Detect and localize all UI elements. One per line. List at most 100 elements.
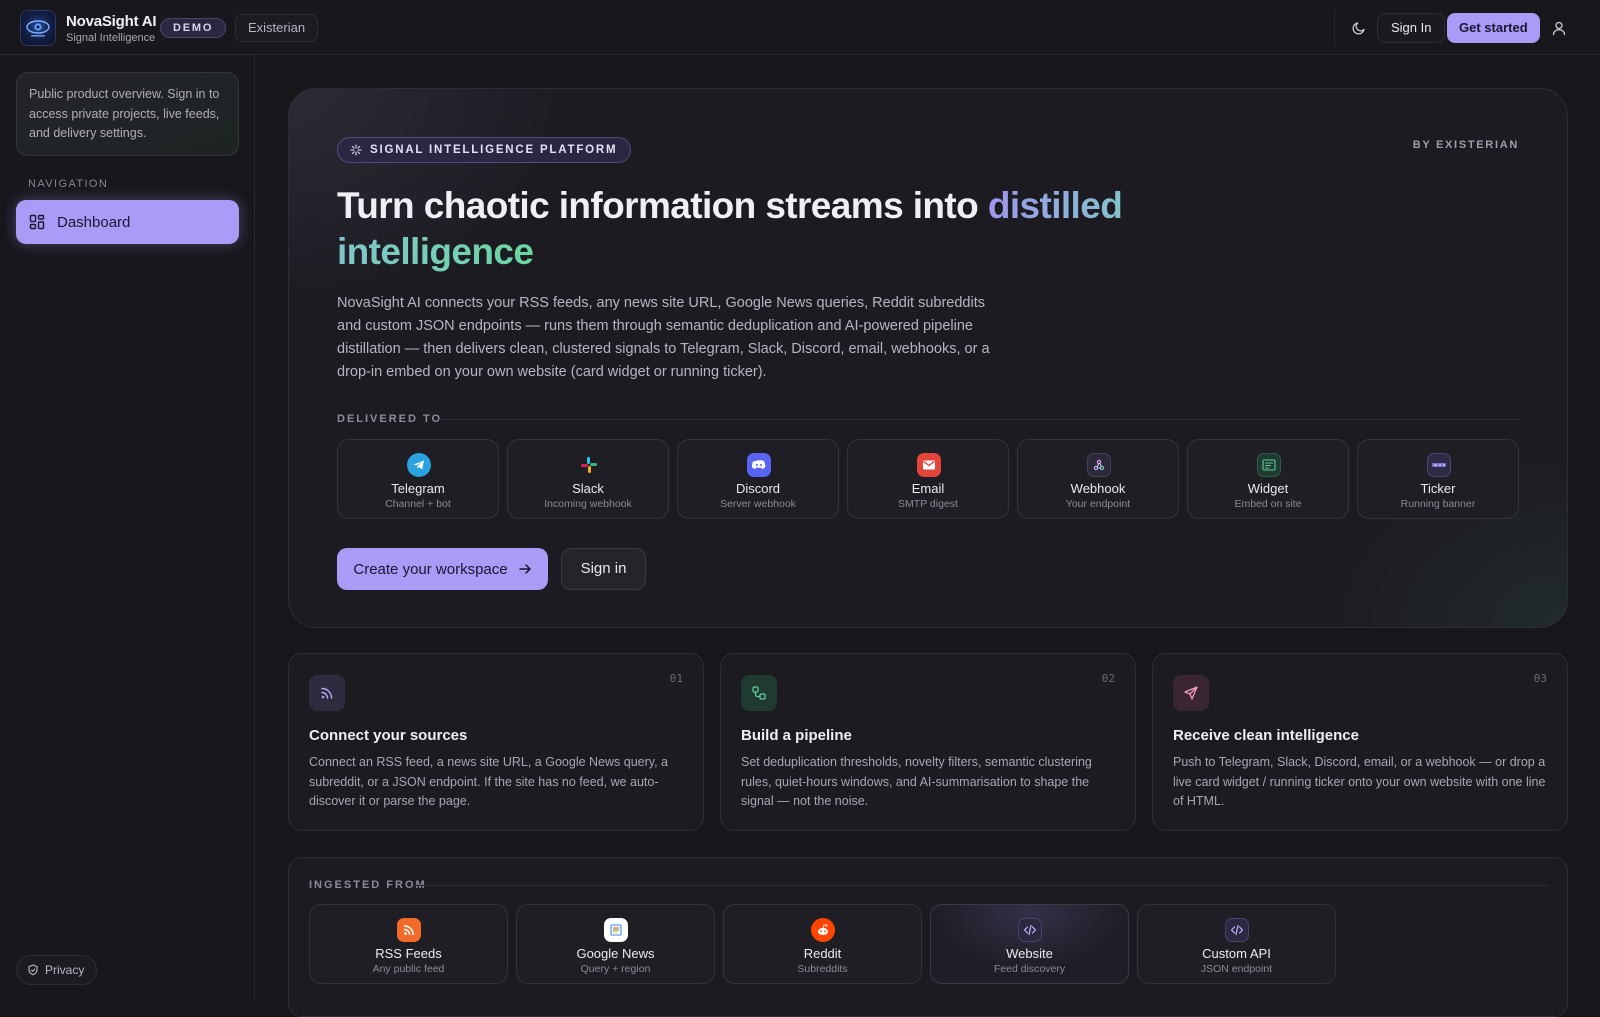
sidebar: Public product overview. Sign in to acce… bbox=[0, 55, 255, 1000]
rss-icon bbox=[309, 675, 345, 711]
webhook-icon bbox=[1087, 453, 1111, 477]
channel-discord[interactable]: Discord Server webhook bbox=[677, 439, 839, 519]
step-number: 02 bbox=[1101, 672, 1115, 685]
app-name: NovaSight AI bbox=[66, 13, 157, 30]
channel-ticker[interactable]: Ticker Running banner bbox=[1357, 439, 1519, 519]
create-workspace-button[interactable]: Create your workspace bbox=[337, 548, 548, 590]
ingested-from-section: INGESTED FROM RSS Feeds Any public feed … bbox=[288, 857, 1568, 1017]
api-code-icon bbox=[1225, 918, 1249, 942]
channel-name: Slack bbox=[572, 481, 604, 496]
step-body: Push to Telegram, Slack, Discord, email,… bbox=[1173, 755, 1546, 808]
step-title: Build a pipeline bbox=[741, 727, 852, 744]
hero-description: NovaSight AI connects your RSS feeds, an… bbox=[337, 295, 990, 380]
send-icon bbox=[1173, 675, 1209, 711]
by-line: BY EXISTERIAN bbox=[1412, 139, 1519, 151]
reddit-icon bbox=[811, 918, 835, 942]
platform-pill: SIGNAL INTELLIGENCE PLATFORM bbox=[337, 137, 632, 163]
source-name: Google News bbox=[576, 946, 655, 961]
channel-sub: Server webhook bbox=[720, 498, 796, 510]
hero-headline: Turn chaotic information streams into di… bbox=[337, 183, 1137, 275]
channel-slack[interactable]: Slack Incoming webhook bbox=[507, 439, 669, 519]
slack-icon bbox=[577, 453, 601, 477]
divider bbox=[414, 885, 1549, 886]
nav-section-label: NAVIGATION bbox=[28, 178, 109, 190]
platform-pill-label: SIGNAL INTELLIGENCE PLATFORM bbox=[370, 144, 618, 156]
mail-icon bbox=[917, 453, 941, 477]
telegram-icon bbox=[407, 453, 431, 477]
step-card-receive: 03 Receive clean intelligence Push to Te… bbox=[1152, 653, 1568, 831]
source-sub: Query + region bbox=[580, 963, 651, 975]
create-workspace-label: Create your workspace bbox=[353, 560, 508, 578]
channel-name: Ticker bbox=[1420, 481, 1456, 496]
headline-plain: Turn chaotic information streams into bbox=[337, 185, 988, 226]
moon-icon bbox=[1352, 22, 1365, 35]
divider bbox=[439, 419, 1521, 420]
source-website[interactable]: Website Feed discovery bbox=[930, 904, 1129, 984]
channel-name: Email bbox=[911, 481, 945, 496]
arrow-right-icon bbox=[518, 564, 531, 574]
sidebar-item-dashboard[interactable]: Dashboard bbox=[16, 200, 239, 244]
get-started-button[interactable]: Get started bbox=[1447, 13, 1540, 43]
source-name: Website bbox=[1006, 946, 1053, 961]
step-title: Receive clean intelligence bbox=[1173, 727, 1359, 744]
demo-badge: DEMO bbox=[160, 18, 227, 38]
channel-name: Discord bbox=[735, 481, 781, 496]
top-bar: NovaSight AI Signal Intelligence DEMO Ex… bbox=[0, 0, 1600, 55]
rss-feed-icon bbox=[397, 918, 421, 942]
code-icon bbox=[1018, 918, 1042, 942]
step-number: 03 bbox=[1533, 672, 1547, 685]
source-sub: Feed discovery bbox=[993, 963, 1066, 975]
channel-name: Widget bbox=[1247, 481, 1289, 496]
source-custom-api[interactable]: Custom API JSON endpoint bbox=[1137, 904, 1336, 984]
channel-telegram[interactable]: Telegram Channel + bot bbox=[337, 439, 499, 519]
sign-in-button[interactable]: Sign In bbox=[1377, 13, 1446, 43]
channel-name: Webhook bbox=[1070, 481, 1126, 496]
delivered-to-label: DELIVERED TO bbox=[337, 413, 443, 425]
discord-icon bbox=[747, 453, 771, 477]
org-selector[interactable]: Existerian bbox=[235, 14, 319, 42]
channel-sub: Incoming webhook bbox=[544, 498, 632, 510]
sparkle-icon bbox=[350, 144, 362, 156]
step-body: Connect an RSS feed, a news site URL, a … bbox=[309, 755, 668, 808]
divider bbox=[1334, 10, 1335, 46]
ticker-icon bbox=[1427, 453, 1451, 477]
step-body: Set deduplication thresholds, novelty fi… bbox=[741, 755, 1092, 808]
source-sub: JSON endpoint bbox=[1200, 963, 1273, 975]
channel-sub: Running banner bbox=[1400, 498, 1476, 510]
step-card-connect: 01 Connect your sources Connect an RSS f… bbox=[288, 653, 704, 831]
user-icon bbox=[1552, 21, 1566, 36]
channel-webhook[interactable]: Webhook Your endpoint bbox=[1017, 439, 1179, 519]
user-menu-button[interactable] bbox=[1545, 14, 1573, 42]
step-number: 01 bbox=[669, 672, 683, 685]
app-subtitle: Signal Intelligence bbox=[66, 32, 156, 44]
channel-widget[interactable]: Widget Embed on site bbox=[1187, 439, 1349, 519]
channel-name: Telegram bbox=[391, 481, 445, 496]
source-name: Custom API bbox=[1202, 946, 1271, 961]
source-sub: Subreddits bbox=[797, 963, 848, 975]
shield-icon bbox=[28, 964, 38, 976]
privacy-label: Privacy bbox=[45, 963, 85, 977]
step-card-pipeline: 02 Build a pipeline Set deduplication th… bbox=[720, 653, 1136, 831]
ingested-from-label: INGESTED FROM bbox=[309, 879, 427, 891]
source-reddit[interactable]: Reddit Subreddits bbox=[723, 904, 922, 984]
source-google-news[interactable]: Google News Query + region bbox=[516, 904, 715, 984]
channel-sub: Embed on site bbox=[1234, 498, 1302, 510]
step-title: Connect your sources bbox=[309, 727, 468, 744]
source-name: RSS Feeds bbox=[375, 946, 442, 961]
sidebar-item-label: Dashboard bbox=[57, 213, 131, 231]
brand-logo[interactable] bbox=[20, 10, 56, 46]
channel-email[interactable]: Email SMTP digest bbox=[847, 439, 1009, 519]
source-sub: Any public feed bbox=[372, 963, 445, 975]
privacy-link[interactable]: Privacy bbox=[16, 955, 98, 985]
source-rss[interactable]: RSS Feeds Any public feed bbox=[309, 904, 508, 984]
hero-card: SIGNAL INTELLIGENCE PLATFORM BY EXISTERI… bbox=[288, 88, 1568, 628]
channel-sub: SMTP digest bbox=[898, 498, 958, 510]
google-news-icon bbox=[604, 918, 628, 942]
channel-sub: Your endpoint bbox=[1065, 498, 1131, 510]
theme-toggle-button[interactable] bbox=[1345, 14, 1373, 42]
dashboard-icon bbox=[29, 214, 45, 230]
eye-logo-icon bbox=[26, 20, 50, 37]
public-notice: Public product overview. Sign in to acce… bbox=[16, 72, 239, 156]
hero-sign-in-button[interactable]: Sign in bbox=[561, 548, 646, 590]
channel-sub: Channel + bot bbox=[385, 498, 451, 510]
